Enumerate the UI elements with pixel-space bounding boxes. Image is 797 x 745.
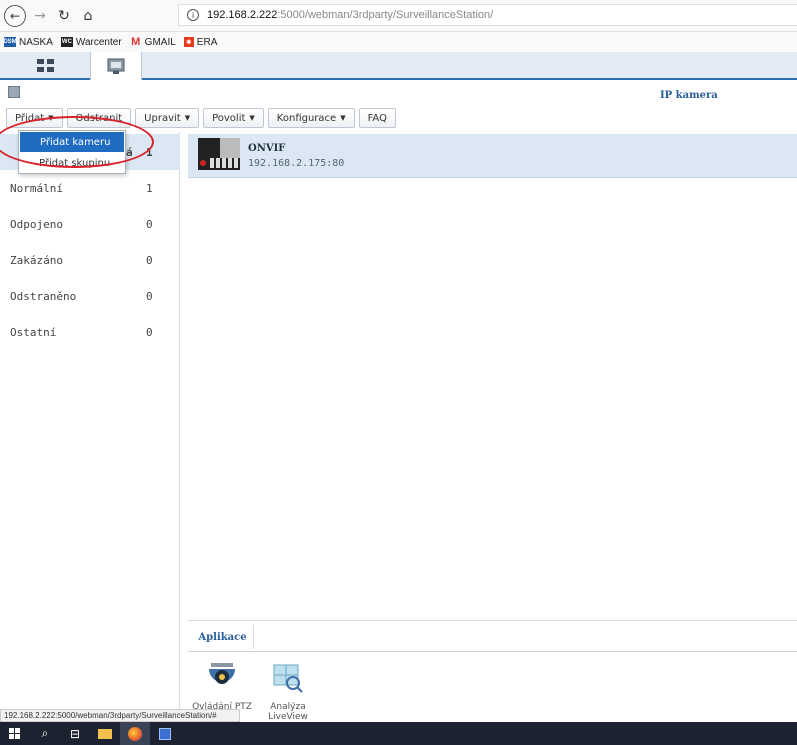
camera-row[interactable]: ONVIF 192.168.2.175:80 bbox=[188, 134, 797, 178]
windows-start-icon[interactable] bbox=[0, 722, 30, 745]
home-icon[interactable]: ⌂ bbox=[78, 6, 98, 26]
ptz-camera-icon bbox=[209, 663, 235, 684]
chevron-down-icon: ▼ bbox=[249, 114, 255, 122]
grid-menu-icon bbox=[37, 59, 54, 72]
url-path: :5000/webman/3rdparty/SurveillanceStatio… bbox=[277, 9, 494, 21]
filter-item-disconnected[interactable]: Odpojeno 0 bbox=[0, 206, 180, 242]
file-explorer-icon[interactable] bbox=[90, 722, 120, 745]
filter-count: 0 bbox=[146, 289, 153, 303]
surveillance-app-tab[interactable] bbox=[90, 52, 142, 80]
chevron-down-icon: ▼ bbox=[184, 114, 191, 122]
url-host: 192.168.2.222 bbox=[207, 9, 278, 21]
save-disk-icon[interactable] bbox=[150, 722, 180, 745]
filter-count: 1 bbox=[146, 181, 153, 195]
faq-button[interactable]: FAQ bbox=[358, 108, 396, 128]
reload-icon[interactable]: ↻ bbox=[54, 6, 74, 26]
filter-item-disabled[interactable]: Zakázáno 0 bbox=[0, 242, 180, 278]
browser-toolbar: ← → ↻ ⌂ i 192.168.2.222 :5000/webman/3rd… bbox=[0, 0, 797, 32]
app-ptz-control[interactable]: Ovládání PTZ bbox=[192, 661, 252, 712]
filter-count: 0 bbox=[146, 217, 153, 231]
back-arrow-icon[interactable]: ← bbox=[4, 5, 26, 27]
edit-button[interactable]: Upravit ▼ bbox=[135, 108, 200, 128]
address-bar[interactable]: i 192.168.2.222 :5000/webman/3rdparty/Su… bbox=[178, 4, 797, 26]
page-title: IP kamera bbox=[660, 90, 718, 101]
divider bbox=[188, 651, 797, 652]
enable-button[interactable]: Povolit ▼ bbox=[203, 108, 264, 128]
app-label: Analýza LiveView bbox=[268, 702, 308, 722]
filter-count: 0 bbox=[146, 325, 153, 339]
surveillance-icon bbox=[107, 58, 125, 74]
filter-label: Ostatní bbox=[10, 325, 57, 339]
bookmark-label: GMAIL bbox=[144, 36, 176, 48]
applications-panel: Aplikace Ovládání PTZ Analýza LiveView bbox=[188, 620, 797, 722]
forward-arrow-icon[interactable]: → bbox=[30, 6, 50, 26]
app-header: IP kamera bbox=[0, 84, 797, 106]
camera-address: 192.168.2.175:80 bbox=[248, 158, 345, 169]
liveview-analytics-icon bbox=[273, 664, 303, 693]
filter-item-removed[interactable]: Odstraněno 0 bbox=[0, 278, 180, 314]
bookmark-era[interactable]: ✱ ERA bbox=[183, 36, 218, 48]
status-filter-list: á 1 Normální 1 Odpojeno 0 Zakázáno 0 Ods… bbox=[0, 132, 180, 722]
firefox-icon[interactable] bbox=[120, 722, 150, 745]
config-label: Konfigurace bbox=[276, 112, 337, 124]
era-icon: ✱ bbox=[183, 37, 194, 47]
link-status-tooltip: 192.168.2.222:5000/webman/3rdparty/Surve… bbox=[0, 709, 240, 722]
chevron-down-icon: ▼ bbox=[340, 114, 346, 122]
bookmark-naska[interactable]: DSM NASKA bbox=[3, 36, 53, 48]
wc-icon: WC bbox=[60, 37, 73, 47]
dsm-icon: DSM bbox=[3, 37, 17, 47]
faq-label: FAQ bbox=[367, 112, 387, 124]
bookmark-label: NASKA bbox=[19, 36, 53, 48]
filter-item-normal[interactable]: Normální 1 bbox=[0, 170, 180, 206]
windows-taskbar: ⌕ ⊟ bbox=[0, 722, 797, 745]
filter-item-other[interactable]: Ostatní 0 bbox=[0, 314, 180, 350]
tab-applications[interactable]: Aplikace bbox=[192, 625, 254, 649]
filter-label: Odpojeno bbox=[10, 217, 63, 231]
camera-name: ONVIF bbox=[248, 143, 286, 154]
annotation-circle bbox=[0, 116, 154, 168]
enable-label: Povolit bbox=[212, 112, 246, 124]
bookmark-gmail[interactable]: M GMAIL bbox=[130, 36, 176, 48]
dsm-taskbar bbox=[0, 52, 797, 80]
filter-label: Zakázáno bbox=[10, 253, 63, 267]
config-button[interactable]: Konfigurace ▼ bbox=[267, 108, 355, 128]
bookmark-label: ERA bbox=[196, 36, 218, 48]
search-icon[interactable]: ⌕ bbox=[30, 722, 60, 745]
app-window-icon bbox=[8, 86, 20, 98]
edit-label: Upravit bbox=[144, 112, 181, 124]
filter-label: Normální bbox=[10, 181, 63, 195]
filter-count: 0 bbox=[146, 253, 153, 267]
bookmark-warcenter[interactable]: WC Warcenter bbox=[60, 36, 122, 48]
bookmarks-bar: DSM NASKA WC Warcenter M GMAIL ✱ ERA bbox=[0, 32, 797, 52]
task-view-icon[interactable]: ⊟ bbox=[60, 722, 90, 745]
main-menu-button[interactable] bbox=[20, 52, 72, 80]
app-liveview-analytics[interactable]: Analýza LiveView bbox=[258, 661, 318, 722]
camera-thumbnail bbox=[198, 138, 240, 170]
filter-label: Odstraněno bbox=[10, 289, 77, 303]
bookmark-label: Warcenter bbox=[75, 36, 122, 48]
info-icon[interactable]: i bbox=[187, 9, 199, 21]
gmail-icon: M bbox=[131, 36, 141, 48]
